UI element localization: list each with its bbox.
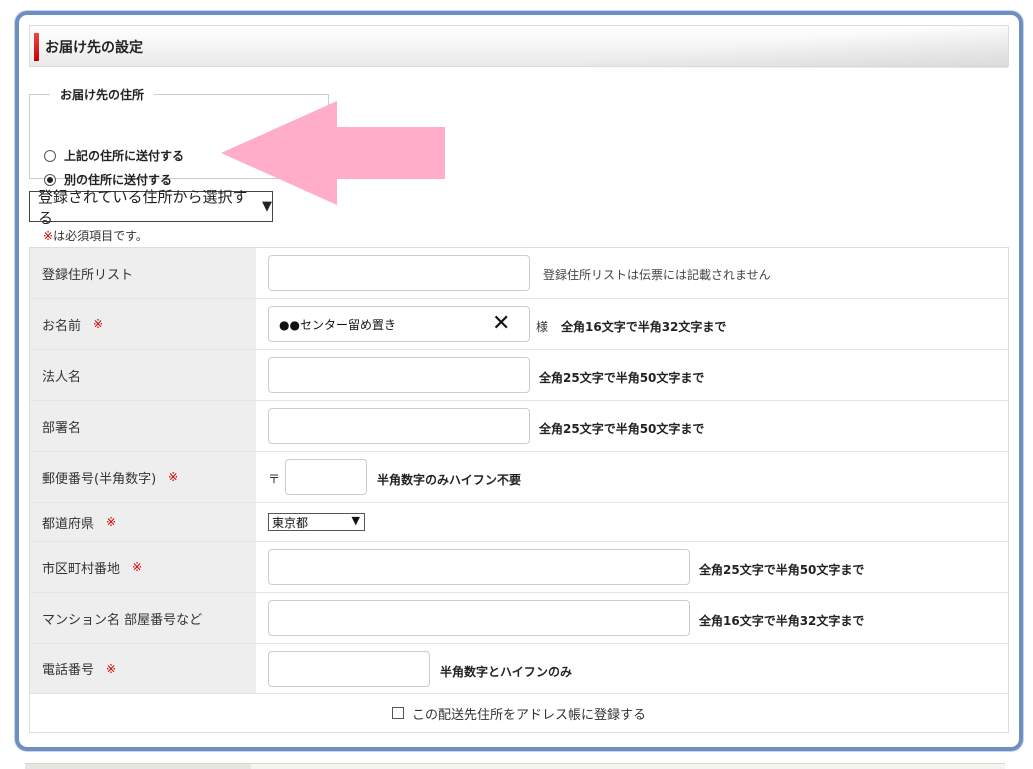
name-input-value: ●●センター留め置き: [279, 317, 396, 332]
field-hint: 半角数字とハイフンのみ: [440, 665, 573, 679]
register-checkbox[interactable]: [391, 707, 404, 719]
radio-circle[interactable]: [44, 149, 56, 162]
saved-address-label: 登録されている住所から選択する: [38, 187, 248, 227]
field-label: 郵便番号(半角数字) ※: [30, 452, 256, 502]
x-icon[interactable]: ✕: [492, 313, 510, 335]
field-label: 都道府県 ※: [30, 503, 256, 541]
building-input[interactable]: [268, 600, 690, 636]
register-label: この配送先住所をアドレス帳に登録する: [411, 707, 646, 723]
field-label: 市区町村番地 ※: [30, 542, 256, 592]
field-label: 法人名: [30, 350, 256, 400]
field-hint: 全角25文字で半角50文字まで: [539, 422, 705, 436]
field-hint: 全角25文字で半角50文字まで: [699, 563, 865, 577]
city-input[interactable]: [268, 549, 690, 585]
field-label-text: 部署名: [42, 420, 82, 436]
form-row-prefecture: 都道府県 ※ 東京都 ▼: [30, 503, 1008, 542]
name-suffix: 様: [536, 320, 549, 334]
section-title: お届け先の設定: [45, 40, 143, 56]
field-hint: 登録住所リストは伝票には記載されません: [543, 268, 771, 282]
field-hint: 半角数字のみハイフン不要: [377, 473, 522, 487]
prefecture-selected: 東京都: [272, 515, 309, 530]
name-input[interactable]: ●●センター留め置き: [268, 306, 530, 342]
field-label-text: 市区町村番地: [42, 561, 121, 577]
form-row-department: 部署名 全角25文字で半角50文字まで: [30, 401, 1008, 452]
required-mark: ※: [168, 470, 179, 484]
radio-same-address-label: 上記の住所に送付する: [64, 149, 185, 163]
field-hint: 全角16文字で半角32文字まで: [699, 614, 865, 628]
field-label: マンション名 部屋番号など: [30, 593, 256, 643]
required-mark: ※: [43, 229, 54, 243]
field-label-text: 法人名: [42, 369, 82, 385]
header-accent-bar: [34, 33, 39, 61]
department-input[interactable]: [268, 408, 530, 444]
chevron-down-icon: ▼: [262, 199, 272, 214]
header-gloss: [588, 26, 1008, 68]
form-row-phone: 電話番号 ※ 半角数字とハイフンのみ: [30, 644, 1008, 694]
field-label: 電話番号 ※: [30, 644, 256, 693]
pointer-arrow-icon: [221, 101, 445, 205]
settings-panel: お届け先の設定 お届け先の住所 上記の住所に送付する 別の住所に送付する 登録さ…: [15, 11, 1023, 751]
form-row-building: マンション名 部屋番号など 全角16文字で半角32文字まで: [30, 593, 1008, 644]
field-label-text: マンション名 部屋番号など: [42, 612, 203, 628]
section-header: お届け先の設定: [29, 25, 1009, 68]
radio-same-address[interactable]: 上記の住所に送付する: [44, 147, 184, 164]
field-label-text: 登録住所リスト: [42, 267, 134, 283]
field-label-text: お名前: [42, 318, 82, 334]
field-label-text: 都道府県: [42, 516, 95, 532]
register-address-book[interactable]: この配送先住所をアドレス帳に登録する: [30, 694, 1008, 732]
company-input[interactable]: [268, 357, 530, 393]
required-mark: ※: [106, 515, 117, 529]
field-label: 部署名: [30, 401, 256, 451]
field-label-text: 電話番号: [42, 663, 95, 678]
form-row-name: お名前 ※ ●●センター留め置き ✕ 様 全角16文字で半角32文字まで: [30, 299, 1008, 350]
prefecture-select[interactable]: 東京都 ▼: [268, 513, 365, 531]
field-label: 登録住所リスト: [30, 248, 256, 298]
field-hint: 全角16文字で半角32文字まで: [561, 320, 727, 334]
radio-circle-selected[interactable]: [44, 173, 56, 186]
required-note: ※は必須項目です。: [43, 227, 148, 244]
form-row-postal-code: 郵便番号(半角数字) ※ 〒 半角数字のみハイフン不要: [30, 452, 1008, 503]
field-label-text: 郵便番号(半角数字): [42, 471, 157, 487]
form-row-city: 市区町村番地 ※ 全角25文字で半角50文字まで: [30, 542, 1008, 593]
delivery-form: 登録住所リスト 登録住所リストは伝票には記載されません お名前 ※ ●●センター…: [29, 247, 1009, 733]
address-list-input[interactable]: [268, 255, 530, 291]
chevron-down-icon: ▼: [351, 514, 360, 527]
required-note-text: は必須項目です。: [53, 229, 148, 243]
next-section-edge: [25, 763, 1005, 769]
field-hint: 全角25文字で半角50文字まで: [539, 371, 705, 385]
required-mark: ※: [93, 317, 104, 331]
address-choice-legend: お届け先の住所: [60, 88, 145, 102]
saved-address-dropdown[interactable]: 登録されている住所から選択する ▼: [29, 188, 273, 227]
postal-code-input[interactable]: [285, 459, 367, 495]
required-mark: ※: [106, 661, 117, 676]
required-mark: ※: [132, 560, 143, 574]
next-section-label-cell: [25, 764, 251, 769]
postal-mark: 〒: [268, 472, 281, 486]
form-row-company: 法人名 全角25文字で半角50文字まで: [30, 350, 1008, 401]
field-label: お名前 ※: [30, 299, 256, 349]
form-row-address-list: 登録住所リスト 登録住所リストは伝票には記載されません: [30, 248, 1008, 299]
phone-input[interactable]: [268, 651, 430, 687]
